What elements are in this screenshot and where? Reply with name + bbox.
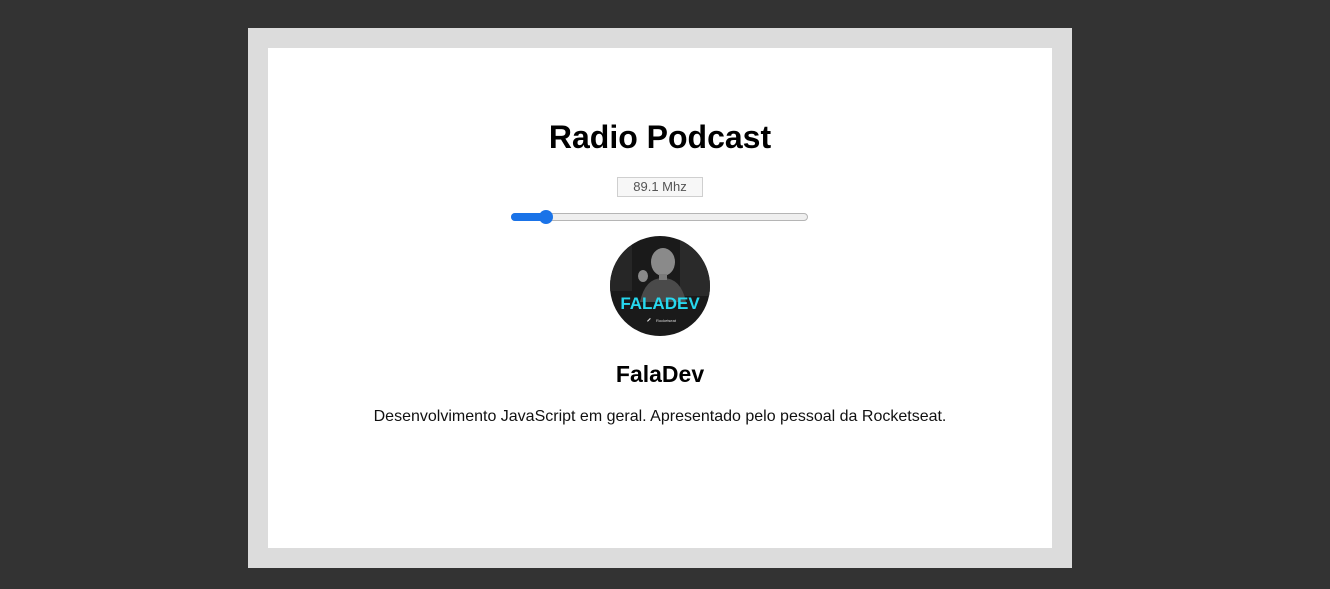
cover-title: FALADEV	[620, 294, 700, 313]
frequency-slider[interactable]	[511, 210, 810, 225]
podcast-description: Desenvolvimento JavaScript em geral. Apr…	[373, 408, 947, 425]
page-title: Radio Podcast	[548, 119, 772, 155]
podcast-cover-image: FALADEV Rocketseat	[610, 236, 710, 336]
cover-subtitle: Rocketseat	[656, 318, 677, 323]
app-frame: Radio Podcast 89.1 Mhz FALADEV Rocketsea…	[248, 28, 1072, 568]
frequency-display: 89.1 Mhz	[617, 177, 703, 197]
podcast-cover: FALADEV Rocketseat	[610, 236, 710, 336]
podcast-name: FalaDev	[615, 361, 705, 387]
slider-thumb[interactable]	[539, 210, 554, 224]
slider-track[interactable]	[511, 213, 808, 221]
radio-panel: Radio Podcast 89.1 Mhz FALADEV Rocketsea…	[268, 48, 1052, 548]
